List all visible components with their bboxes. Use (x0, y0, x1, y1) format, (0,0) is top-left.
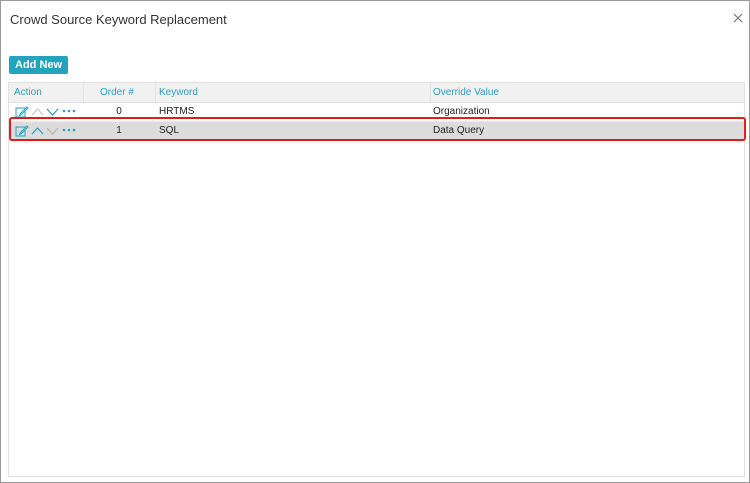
more-options-icon[interactable] (62, 105, 76, 119)
column-header-keyword[interactable]: Keyword (159, 83, 198, 102)
override-value-cell: Organization (433, 106, 490, 117)
more-options-icon[interactable] (62, 124, 76, 138)
keyword-replacement-dialog: Crowd Source Keyword Replacement Add New… (0, 0, 750, 483)
keyword-cell: HRTMS (159, 106, 195, 117)
dialog-title: Crowd Source Keyword Replacement (10, 12, 227, 27)
move-up-icon[interactable] (31, 105, 44, 119)
close-icon[interactable] (731, 11, 745, 25)
edit-icon[interactable] (15, 105, 29, 119)
move-down-icon[interactable] (46, 124, 59, 138)
table-header: Action Order # Keyword Override Value (9, 83, 744, 103)
override-value-cell: Data Query (433, 125, 485, 136)
column-header-action[interactable]: Action (14, 83, 42, 102)
table-row[interactable]: 1 SQL Data Query (9, 122, 744, 141)
column-divider (83, 83, 84, 102)
move-up-icon[interactable] (31, 124, 44, 138)
edit-icon[interactable] (15, 124, 29, 138)
move-down-icon[interactable] (46, 105, 59, 119)
column-divider (155, 83, 156, 102)
column-header-override-value[interactable]: Override Value (433, 83, 499, 102)
row-actions (15, 105, 79, 119)
row-actions (15, 124, 79, 138)
add-new-button[interactable]: Add New (9, 56, 69, 74)
keyword-table: Action Order # Keyword Override Value 0 … (8, 82, 745, 477)
column-divider (430, 83, 431, 102)
order-cell: 1 (116, 125, 122, 136)
table-row[interactable]: 0 HRTMS Organization (9, 103, 744, 122)
keyword-cell: SQL (159, 125, 180, 136)
column-header-order[interactable]: Order # (100, 83, 134, 102)
order-cell: 0 (116, 106, 122, 117)
